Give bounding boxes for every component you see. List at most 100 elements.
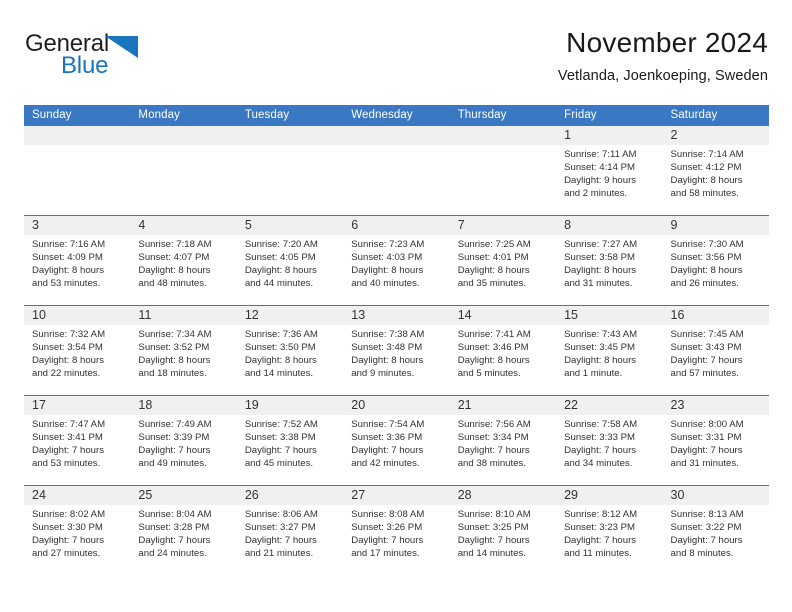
day-number-28[interactable]: 28: [450, 486, 556, 505]
day-cell-13[interactable]: Sunrise: 7:38 AM Sunset: 3:48 PM Daylight:…: [343, 325, 449, 395]
day-number-1[interactable]: 1: [556, 126, 662, 145]
day-number-23[interactable]: 23: [663, 396, 769, 415]
day-cell-27[interactable]: Sunrise: 8:08 AM Sunset: 3:26 PM Daylight:…: [343, 505, 449, 575]
calendar-week-row: 1 2 Sunrise: 7:11 AM Sunset: 4:14 PM Dayligh…: [24, 126, 769, 215]
day-cell-8[interactable]: Sunrise: 7:27 AM Sunset: 3:58 PM Daylight:…: [556, 235, 662, 305]
day-number-30[interactable]: 30: [663, 486, 769, 505]
day-info-line: Daylight: 8 hours: [564, 264, 637, 276]
day-number-6[interactable]: 6: [343, 216, 449, 235]
day-info-line: Sunset: 3:30 PM: [32, 521, 103, 533]
day-info-line: and 11 minutes.: [564, 547, 632, 559]
day-cell-11[interactable]: Sunrise: 7:34 AM Sunset: 3:52 PM Daylight:…: [130, 325, 236, 395]
day-info-line: Sunrise: 7:38 AM: [351, 329, 425, 340]
calendar-page: General Blue November 2024 Vetlanda, Joe…: [0, 0, 792, 612]
day-cell-15[interactable]: Sunrise: 7:43 AM Sunset: 3:45 PM Daylight:…: [556, 325, 662, 395]
day-info-line: Sunrise: 7:16 AM: [32, 239, 106, 250]
day-cell-20[interactable]: Sunrise: 7:54 AM Sunset: 3:36 PM Daylight:…: [343, 415, 449, 485]
day-number-14[interactable]: 14: [450, 306, 556, 325]
day-info-line: Sunset: 3:39 PM: [138, 431, 210, 443]
day-info-line: Sunset: 3:48 PM: [351, 341, 423, 353]
day-info-line: Sunset: 4:09 PM: [32, 251, 103, 263]
day-info-line: Daylight: 8 hours: [670, 174, 743, 186]
day-cell-6[interactable]: Sunrise: 7:23 AM Sunset: 4:03 PM Daylight:…: [343, 235, 449, 305]
day-number-12[interactable]: 12: [237, 306, 343, 325]
day-info-line: Sunrise: 7:25 AM: [457, 239, 531, 250]
day-number-9[interactable]: 9: [663, 216, 769, 235]
day-cell-25[interactable]: Sunrise: 8:04 AM Sunset: 3:28 PM Daylight:…: [130, 505, 236, 575]
day-number-8[interactable]: 8: [556, 216, 662, 235]
day-info-line: Daylight: 8 hours: [244, 354, 317, 366]
day-info-line: Daylight: 7 hours: [244, 534, 317, 546]
day-info-line: Sunrise: 8:06 AM: [244, 509, 318, 520]
day-number-25[interactable]: 25: [130, 486, 236, 505]
day-info-line: Sunrise: 8:02 AM: [32, 509, 106, 520]
day-number-21[interactable]: 21: [450, 396, 556, 415]
brand-triangle-icon: [105, 36, 138, 58]
day-number-27[interactable]: 27: [343, 486, 449, 505]
day-info-line: Sunrise: 7:34 AM: [138, 329, 212, 340]
day-number-20[interactable]: 20: [343, 396, 449, 415]
day-cell-23[interactable]: Sunrise: 8:00 AM Sunset: 3:31 PM Daylight:…: [663, 415, 769, 485]
day-cell-7[interactable]: Sunrise: 7:25 AM Sunset: 4:01 PM Daylight:…: [450, 235, 556, 305]
day-cell-22[interactable]: Sunrise: 7:58 AM Sunset: 3:33 PM Daylight:…: [556, 415, 662, 485]
day-info-line: Daylight: 8 hours: [670, 264, 743, 276]
day-cell-29[interactable]: Sunrise: 8:12 AM Sunset: 3:23 PM Daylight:…: [556, 505, 662, 575]
day-info-line: Sunrise: 7:45 AM: [670, 329, 744, 340]
day-info-line: and 2 minutes.: [564, 187, 628, 199]
day-info-line: Sunset: 3:58 PM: [564, 251, 636, 263]
day-number-7[interactable]: 7: [450, 216, 556, 235]
day-number-3[interactable]: 3: [24, 216, 130, 235]
day-info-line: and 24 minutes.: [138, 547, 207, 559]
day-info-line: Sunrise: 7:30 AM: [670, 239, 744, 250]
day-number-18[interactable]: 18: [130, 396, 236, 415]
day-info-line: and 31 minutes.: [564, 277, 633, 289]
day-number-22[interactable]: 22: [556, 396, 662, 415]
location-subtitle: Vetlanda, Joenkoeping, Sweden: [557, 68, 768, 84]
day-number-16[interactable]: 16: [663, 306, 769, 325]
day-cell-9[interactable]: Sunrise: 7:30 AM Sunset: 3:56 PM Daylight:…: [663, 235, 769, 305]
day-number-11[interactable]: 11: [130, 306, 236, 325]
day-number-26[interactable]: 26: [237, 486, 343, 505]
day-info-line: and 1 minute.: [564, 367, 623, 379]
day-cell-5[interactable]: Sunrise: 7:20 AM Sunset: 4:05 PM Daylight:…: [237, 235, 343, 305]
day-number-10[interactable]: 10: [24, 306, 130, 325]
day-info-line: Daylight: 7 hours: [138, 534, 211, 546]
day-cell-18[interactable]: Sunrise: 7:49 AM Sunset: 3:39 PM Daylight:…: [130, 415, 236, 485]
day-number-24[interactable]: 24: [24, 486, 130, 505]
day-cell-1[interactable]: Sunrise: 7:11 AM Sunset: 4:14 PM Daylight:…: [556, 145, 662, 215]
day-cell-16[interactable]: Sunrise: 7:45 AM Sunset: 3:43 PM Daylight:…: [663, 325, 769, 395]
day-info-line: Daylight: 7 hours: [457, 444, 530, 456]
day-number-13[interactable]: 13: [343, 306, 449, 325]
day-info-line: and 22 minutes.: [32, 367, 101, 379]
day-info-line: Sunrise: 8:08 AM: [351, 509, 425, 520]
day-info-line: Sunset: 3:31 PM: [670, 431, 742, 443]
day-of-week-header-saturday: Saturday: [670, 109, 718, 121]
day-info-line: Daylight: 8 hours: [457, 354, 530, 366]
day-number-19[interactable]: 19: [237, 396, 343, 415]
brand-logo-word-blue: Blue: [61, 52, 109, 79]
day-info-line: and 5 minutes.: [457, 367, 521, 379]
day-cell-19[interactable]: Sunrise: 7:52 AM Sunset: 3:38 PM Daylight:…: [237, 415, 343, 485]
day-cell-4[interactable]: Sunrise: 7:18 AM Sunset: 4:07 PM Daylight:…: [130, 235, 236, 305]
day-cell-14[interactable]: Sunrise: 7:41 AM Sunset: 3:46 PM Daylight:…: [450, 325, 556, 395]
day-cell-17[interactable]: Sunrise: 7:47 AM Sunset: 3:41 PM Daylight:…: [24, 415, 130, 485]
brand-logo[interactable]: General Blue: [24, 30, 204, 86]
day-cell-3[interactable]: Sunrise: 7:16 AM Sunset: 4:09 PM Daylight:…: [24, 235, 130, 305]
day-cell-10[interactable]: Sunrise: 7:32 AM Sunset: 3:54 PM Daylight:…: [24, 325, 130, 395]
day-cell-24[interactable]: Sunrise: 8:02 AM Sunset: 3:30 PM Daylight:…: [24, 505, 130, 575]
day-number-15[interactable]: 15: [556, 306, 662, 325]
day-cell-2[interactable]: Sunrise: 7:14 AM Sunset: 4:12 PM Daylight:…: [663, 145, 769, 215]
day-cell-12[interactable]: Sunrise: 7:36 AM Sunset: 3:50 PM Daylight:…: [237, 325, 343, 395]
day-cell-26[interactable]: Sunrise: 8:06 AM Sunset: 3:27 PM Daylight:…: [237, 505, 343, 575]
day-number-4[interactable]: 4: [130, 216, 236, 235]
day-number-5[interactable]: 5: [237, 216, 343, 235]
day-number-17[interactable]: 17: [24, 396, 130, 415]
day-cell-empty: [343, 145, 449, 215]
day-cell-21[interactable]: Sunrise: 7:56 AM Sunset: 3:34 PM Daylight:…: [450, 415, 556, 485]
day-number-29[interactable]: 29: [556, 486, 662, 505]
day-cell-30[interactable]: Sunrise: 8:13 AM Sunset: 3:22 PM Daylight:…: [663, 505, 769, 575]
day-info-line: Sunrise: 7:41 AM: [457, 329, 531, 340]
day-cell-28[interactable]: Sunrise: 8:10 AM Sunset: 3:25 PM Daylight:…: [450, 505, 556, 575]
day-number-empty: [237, 126, 343, 145]
day-number-2[interactable]: 2: [663, 126, 769, 145]
